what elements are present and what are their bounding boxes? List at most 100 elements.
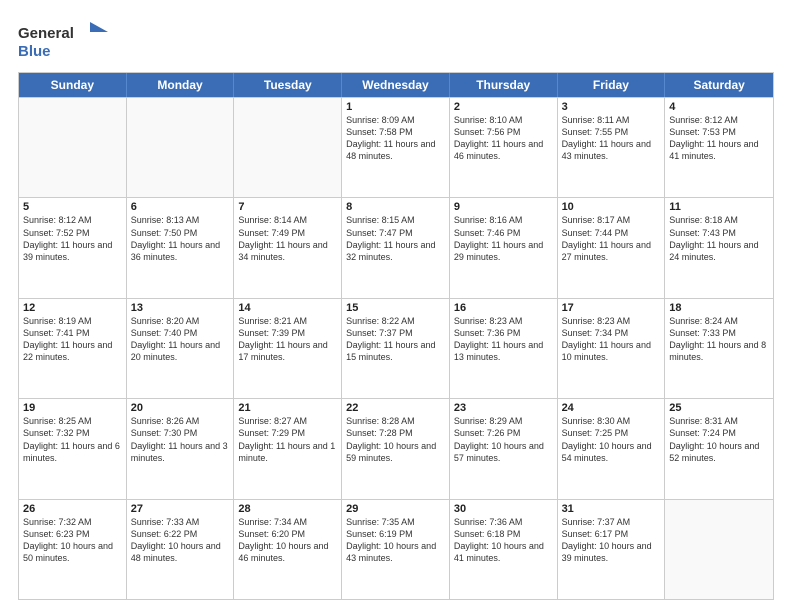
cal-cell: 8Sunrise: 8:15 AMSunset: 7:47 PMDaylight…: [342, 198, 450, 297]
day-number: 8: [346, 201, 445, 213]
day-info: Sunrise: 8:24 AMSunset: 7:33 PMDaylight:…: [669, 315, 769, 364]
day-info: Sunrise: 8:09 AMSunset: 7:58 PMDaylight:…: [346, 114, 445, 163]
header-day-saturday: Saturday: [665, 73, 773, 97]
page: General Blue SundayMondayTuesdayWednesda…: [0, 0, 792, 612]
day-info: Sunrise: 8:25 AMSunset: 7:32 PMDaylight:…: [23, 415, 122, 464]
day-number: 30: [454, 503, 553, 515]
week-row-5: 26Sunrise: 7:32 AMSunset: 6:23 PMDayligh…: [19, 499, 773, 599]
day-info: Sunrise: 8:12 AMSunset: 7:52 PMDaylight:…: [23, 214, 122, 263]
day-number: 13: [131, 302, 230, 314]
cal-cell: 6Sunrise: 8:13 AMSunset: 7:50 PMDaylight…: [127, 198, 235, 297]
day-number: 9: [454, 201, 553, 213]
cal-cell: 15Sunrise: 8:22 AMSunset: 7:37 PMDayligh…: [342, 299, 450, 398]
cal-cell: 13Sunrise: 8:20 AMSunset: 7:40 PMDayligh…: [127, 299, 235, 398]
day-number: 21: [238, 402, 337, 414]
day-info: Sunrise: 8:15 AMSunset: 7:47 PMDaylight:…: [346, 214, 445, 263]
day-number: 5: [23, 201, 122, 213]
day-info: Sunrise: 8:22 AMSunset: 7:37 PMDaylight:…: [346, 315, 445, 364]
cal-cell: 27Sunrise: 7:33 AMSunset: 6:22 PMDayligh…: [127, 500, 235, 599]
cal-cell: [234, 98, 342, 197]
day-info: Sunrise: 8:10 AMSunset: 7:56 PMDaylight:…: [454, 114, 553, 163]
day-number: 7: [238, 201, 337, 213]
cal-cell: 31Sunrise: 7:37 AMSunset: 6:17 PMDayligh…: [558, 500, 666, 599]
cal-cell: 19Sunrise: 8:25 AMSunset: 7:32 PMDayligh…: [19, 399, 127, 498]
day-number: 25: [669, 402, 769, 414]
day-number: 4: [669, 101, 769, 113]
cal-cell: 25Sunrise: 8:31 AMSunset: 7:24 PMDayligh…: [665, 399, 773, 498]
day-number: 19: [23, 402, 122, 414]
day-info: Sunrise: 7:34 AMSunset: 6:20 PMDaylight:…: [238, 516, 337, 565]
cal-cell: 18Sunrise: 8:24 AMSunset: 7:33 PMDayligh…: [665, 299, 773, 398]
day-info: Sunrise: 8:20 AMSunset: 7:40 PMDaylight:…: [131, 315, 230, 364]
day-info: Sunrise: 8:28 AMSunset: 7:28 PMDaylight:…: [346, 415, 445, 464]
day-info: Sunrise: 8:21 AMSunset: 7:39 PMDaylight:…: [238, 315, 337, 364]
week-row-2: 5Sunrise: 8:12 AMSunset: 7:52 PMDaylight…: [19, 197, 773, 297]
day-info: Sunrise: 8:14 AMSunset: 7:49 PMDaylight:…: [238, 214, 337, 263]
day-number: 31: [562, 503, 661, 515]
day-info: Sunrise: 8:27 AMSunset: 7:29 PMDaylight:…: [238, 415, 337, 464]
cal-cell: 17Sunrise: 8:23 AMSunset: 7:34 PMDayligh…: [558, 299, 666, 398]
logo: General Blue: [18, 18, 108, 62]
day-number: 10: [562, 201, 661, 213]
cal-cell: 1Sunrise: 8:09 AMSunset: 7:58 PMDaylight…: [342, 98, 450, 197]
day-info: Sunrise: 8:30 AMSunset: 7:25 PMDaylight:…: [562, 415, 661, 464]
cal-cell: 20Sunrise: 8:26 AMSunset: 7:30 PMDayligh…: [127, 399, 235, 498]
day-info: Sunrise: 7:32 AMSunset: 6:23 PMDaylight:…: [23, 516, 122, 565]
cal-cell: 30Sunrise: 7:36 AMSunset: 6:18 PMDayligh…: [450, 500, 558, 599]
week-row-1: 1Sunrise: 8:09 AMSunset: 7:58 PMDaylight…: [19, 97, 773, 197]
cal-cell: 4Sunrise: 8:12 AMSunset: 7:53 PMDaylight…: [665, 98, 773, 197]
cal-cell: 21Sunrise: 8:27 AMSunset: 7:29 PMDayligh…: [234, 399, 342, 498]
header-day-friday: Friday: [558, 73, 666, 97]
day-info: Sunrise: 7:35 AMSunset: 6:19 PMDaylight:…: [346, 516, 445, 565]
day-number: 1: [346, 101, 445, 113]
day-info: Sunrise: 8:12 AMSunset: 7:53 PMDaylight:…: [669, 114, 769, 163]
cal-cell: 7Sunrise: 8:14 AMSunset: 7:49 PMDaylight…: [234, 198, 342, 297]
header-day-wednesday: Wednesday: [342, 73, 450, 97]
week-row-4: 19Sunrise: 8:25 AMSunset: 7:32 PMDayligh…: [19, 398, 773, 498]
day-number: 27: [131, 503, 230, 515]
day-number: 24: [562, 402, 661, 414]
cal-cell: 28Sunrise: 7:34 AMSunset: 6:20 PMDayligh…: [234, 500, 342, 599]
day-number: 18: [669, 302, 769, 314]
calendar-header: SundayMondayTuesdayWednesdayThursdayFrid…: [19, 73, 773, 97]
day-number: 3: [562, 101, 661, 113]
day-info: Sunrise: 8:11 AMSunset: 7:55 PMDaylight:…: [562, 114, 661, 163]
cal-cell: 5Sunrise: 8:12 AMSunset: 7:52 PMDaylight…: [19, 198, 127, 297]
cal-cell: 2Sunrise: 8:10 AMSunset: 7:56 PMDaylight…: [450, 98, 558, 197]
day-info: Sunrise: 8:19 AMSunset: 7:41 PMDaylight:…: [23, 315, 122, 364]
day-number: 6: [131, 201, 230, 213]
day-info: Sunrise: 8:26 AMSunset: 7:30 PMDaylight:…: [131, 415, 230, 464]
day-number: 14: [238, 302, 337, 314]
day-number: 20: [131, 402, 230, 414]
day-number: 26: [23, 503, 122, 515]
header-day-tuesday: Tuesday: [234, 73, 342, 97]
cal-cell: [19, 98, 127, 197]
cal-cell: 16Sunrise: 8:23 AMSunset: 7:36 PMDayligh…: [450, 299, 558, 398]
day-info: Sunrise: 8:16 AMSunset: 7:46 PMDaylight:…: [454, 214, 553, 263]
header-day-sunday: Sunday: [19, 73, 127, 97]
day-number: 11: [669, 201, 769, 213]
calendar: SundayMondayTuesdayWednesdayThursdayFrid…: [18, 72, 774, 600]
cal-cell: 23Sunrise: 8:29 AMSunset: 7:26 PMDayligh…: [450, 399, 558, 498]
cal-cell: 3Sunrise: 8:11 AMSunset: 7:55 PMDaylight…: [558, 98, 666, 197]
day-info: Sunrise: 8:23 AMSunset: 7:36 PMDaylight:…: [454, 315, 553, 364]
day-number: 17: [562, 302, 661, 314]
day-info: Sunrise: 8:18 AMSunset: 7:43 PMDaylight:…: [669, 214, 769, 263]
header-day-thursday: Thursday: [450, 73, 558, 97]
cal-cell: 26Sunrise: 7:32 AMSunset: 6:23 PMDayligh…: [19, 500, 127, 599]
cal-cell: [127, 98, 235, 197]
day-info: Sunrise: 7:37 AMSunset: 6:17 PMDaylight:…: [562, 516, 661, 565]
day-info: Sunrise: 8:31 AMSunset: 7:24 PMDaylight:…: [669, 415, 769, 464]
cal-cell: 10Sunrise: 8:17 AMSunset: 7:44 PMDayligh…: [558, 198, 666, 297]
cal-cell: 9Sunrise: 8:16 AMSunset: 7:46 PMDaylight…: [450, 198, 558, 297]
day-info: Sunrise: 7:33 AMSunset: 6:22 PMDaylight:…: [131, 516, 230, 565]
cal-cell: 29Sunrise: 7:35 AMSunset: 6:19 PMDayligh…: [342, 500, 450, 599]
day-number: 12: [23, 302, 122, 314]
calendar-body: 1Sunrise: 8:09 AMSunset: 7:58 PMDaylight…: [19, 97, 773, 599]
day-info: Sunrise: 8:13 AMSunset: 7:50 PMDaylight:…: [131, 214, 230, 263]
day-info: Sunrise: 8:29 AMSunset: 7:26 PMDaylight:…: [454, 415, 553, 464]
day-number: 2: [454, 101, 553, 113]
logo-svg: General Blue: [18, 18, 108, 62]
day-number: 29: [346, 503, 445, 515]
day-number: 16: [454, 302, 553, 314]
